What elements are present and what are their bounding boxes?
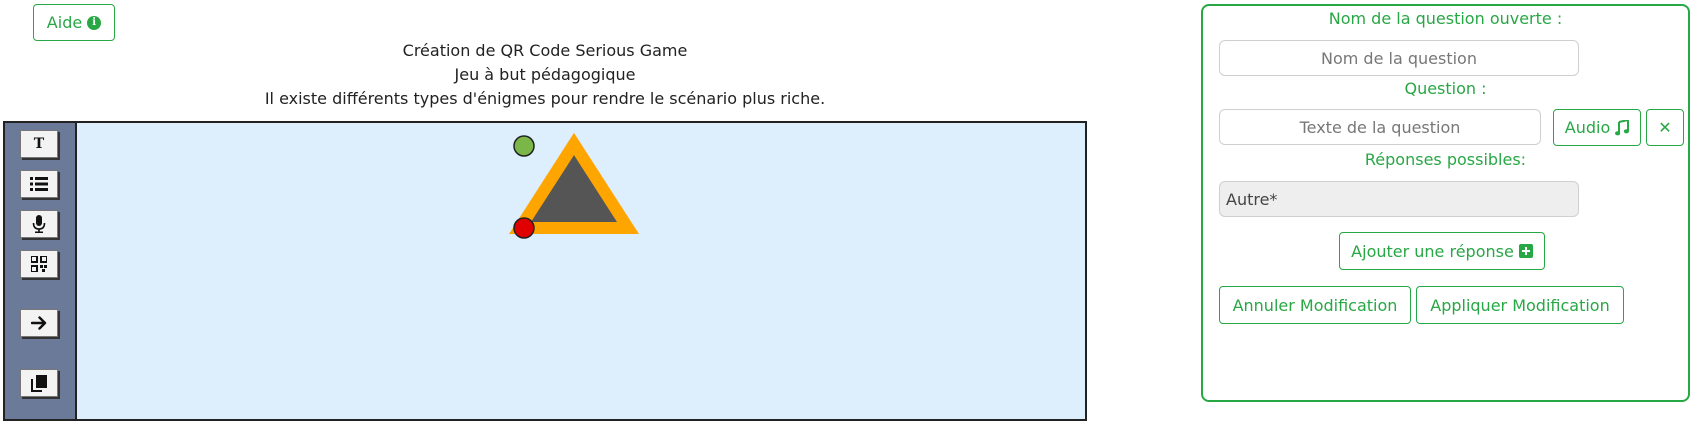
qr-tool-button[interactable] xyxy=(20,250,58,278)
arrow-tool-button[interactable] xyxy=(20,309,58,337)
add-answer-button[interactable]: Ajouter une réponse xyxy=(1339,232,1545,270)
list-tool-button[interactable] xyxy=(20,170,58,198)
info-icon: i xyxy=(87,15,102,30)
music-note-icon xyxy=(1615,119,1630,135)
cancel-label: Annuler Modification xyxy=(1232,295,1398,315)
microphone-icon xyxy=(32,215,46,233)
editor-toolbar: T xyxy=(5,123,77,419)
question-name-label: Nom de la question ouverte : xyxy=(1328,9,1563,28)
text-icon: T xyxy=(33,136,45,152)
page-subtitle: Jeu à but pédagogique xyxy=(454,65,636,84)
answers-label: Réponses possibles: xyxy=(1364,150,1527,169)
help-label: Aide xyxy=(46,13,83,32)
add-answer-label: Ajouter une réponse xyxy=(1351,241,1514,261)
question-label: Question : xyxy=(1404,79,1487,98)
cancel-modification-button[interactable]: Annuler Modification xyxy=(1219,286,1411,324)
audio-tool-button[interactable] xyxy=(20,210,58,238)
page-description: Il existe différents types d'énigmes pou… xyxy=(264,89,826,108)
arrow-right-icon xyxy=(31,316,47,330)
audio-button[interactable]: Audio xyxy=(1553,109,1641,146)
qrcode-icon xyxy=(31,256,47,272)
question-name-input[interactable] xyxy=(1219,40,1579,76)
help-button[interactable]: Aide i xyxy=(33,4,115,41)
page-title: Création de QR Code Serious Game xyxy=(402,41,688,60)
canvas-drawing xyxy=(509,132,639,239)
scenario-canvas[interactable] xyxy=(77,123,1085,419)
apply-modification-button[interactable]: Appliquer Modification xyxy=(1416,286,1624,324)
list-icon xyxy=(30,177,48,191)
puzzle-node-shape[interactable] xyxy=(509,132,639,234)
copy-icon xyxy=(31,374,47,392)
answer-input[interactable] xyxy=(1219,181,1579,217)
copy-tool-button[interactable] xyxy=(20,369,58,397)
apply-label: Appliquer Modification xyxy=(1430,295,1610,315)
question-text-input[interactable] xyxy=(1219,109,1541,145)
audio-label: Audio xyxy=(1564,118,1611,137)
node-end-connector[interactable] xyxy=(513,217,535,239)
question-edit-panel: Nom de la question ouverte : Question : … xyxy=(1201,4,1690,402)
scenario-editor: T xyxy=(3,121,1087,421)
close-icon: ✕ xyxy=(1658,118,1672,137)
plus-square-icon xyxy=(1518,244,1533,258)
node-start-connector[interactable] xyxy=(513,135,535,157)
close-button[interactable]: ✕ xyxy=(1646,109,1684,146)
text-tool-button[interactable]: T xyxy=(20,130,58,158)
